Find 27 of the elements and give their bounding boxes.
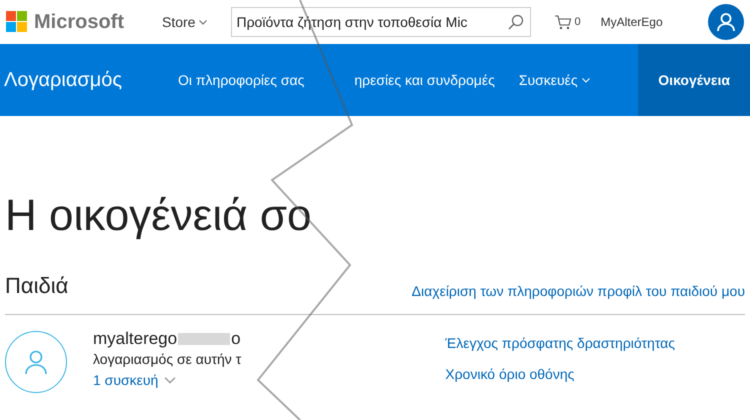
manage-profile-link[interactable]: Διαχείριση των πληροφοριών προφίλ του παιδιού μου bbox=[412, 281, 745, 302]
logo-icon bbox=[6, 11, 28, 33]
child-avatar-icon bbox=[5, 331, 67, 393]
nav-tab[interactable]: Οικογένεια bbox=[638, 44, 750, 116]
account-title: Λογαριασμός bbox=[3, 68, 124, 93]
account-name[interactable]: MyAlterEgo bbox=[600, 13, 663, 31]
nav-tab[interactable]: ηρεσίες και συνδρομές bbox=[342, 44, 507, 116]
search-icon bbox=[508, 14, 524, 30]
avatar-icon[interactable] bbox=[708, 4, 744, 40]
devices-toggle[interactable]: 1 συσκευή bbox=[93, 370, 363, 391]
cart-icon bbox=[555, 14, 572, 30]
account-description: λογαριασμός σε αυτήν τ bbox=[93, 350, 242, 369]
child-action-link[interactable]: Έλεγχος πρόσφατης δραστηριότητας bbox=[445, 333, 675, 354]
child-account-name: myalterego bbox=[93, 329, 178, 349]
nav-tab[interactable]: Οι πληροφορίες σας bbox=[166, 44, 316, 116]
store-menu[interactable]: Store bbox=[162, 12, 208, 32]
chevron-icon bbox=[164, 377, 176, 384]
search-field[interactable]: Προϊόντα ζήτηση στην τοποθεσία Mic bbox=[231, 7, 532, 37]
child-action-link[interactable]: Χρονικό όριο οθόνης bbox=[445, 364, 675, 385]
cart-button[interactable]: 0 bbox=[555, 14, 581, 30]
blurred-text bbox=[178, 333, 230, 345]
chevron-icon bbox=[199, 20, 208, 24]
page-heading: Η οικογένειά σο bbox=[5, 190, 312, 242]
section-title: Παιδιά bbox=[5, 272, 68, 300]
child-account-name-end: o bbox=[231, 329, 241, 349]
brand-name: Microsoft bbox=[34, 10, 124, 35]
nav-tab[interactable]: Συσκευές bbox=[506, 44, 602, 116]
